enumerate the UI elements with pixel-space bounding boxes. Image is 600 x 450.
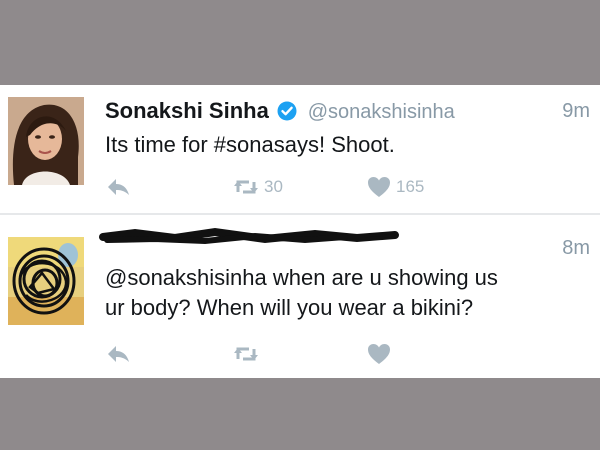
tweet-actions: 30 165 [105,176,505,200]
retweet-count: 30 [264,177,283,196]
tweet-text-line: ur body? When will you wear a bikini? [105,295,474,320]
avatar-photo [8,97,84,185]
tweet-feed: Sonakshi Sinha @sonakshisinha 9m Its tim… [0,85,600,378]
avatar[interactable] [8,97,84,185]
tweet-text: @sonakshisinha when are u showing us ur … [105,263,585,323]
reply-button[interactable] [105,176,131,198]
retweet-icon [234,347,258,361]
like-button[interactable] [367,343,391,365]
tweet-item[interactable]: Sonakshi Sinha @sonakshisinha 9m Its tim… [0,85,600,213]
redacted-name-scribble [99,227,399,245]
like-button[interactable]: 165 [367,176,424,198]
tweet-item[interactable]: 8m @sonakshisinha when are u showing us … [0,215,600,378]
tweet-text: Its time for #sonasays! Shoot. [105,132,395,157]
timestamp[interactable]: 8m [562,237,590,260]
retweet-button[interactable]: 30 [233,176,283,198]
timestamp[interactable]: 9m [562,100,590,123]
tweet-text-line: @sonakshisinha when are u showing us [105,265,498,290]
avatar[interactable] [8,237,84,325]
avatar-photo-scribbled [8,237,84,325]
like-heart-icon [368,344,390,364]
author-line: Sonakshi Sinha @sonakshisinha [105,98,455,126]
reply-icon [108,346,129,362]
handle[interactable]: @sonakshisinha [308,101,455,123]
retweet-button[interactable] [233,343,259,365]
like-count: 165 [396,177,425,196]
verified-badge-icon [277,101,297,126]
reply-button[interactable] [105,343,131,365]
reply-icon [108,179,129,195]
like-heart-icon [368,177,390,197]
retweet-icon [234,180,258,194]
display-name[interactable]: Sonakshi Sinha [105,98,269,123]
tweet-actions [105,343,505,367]
